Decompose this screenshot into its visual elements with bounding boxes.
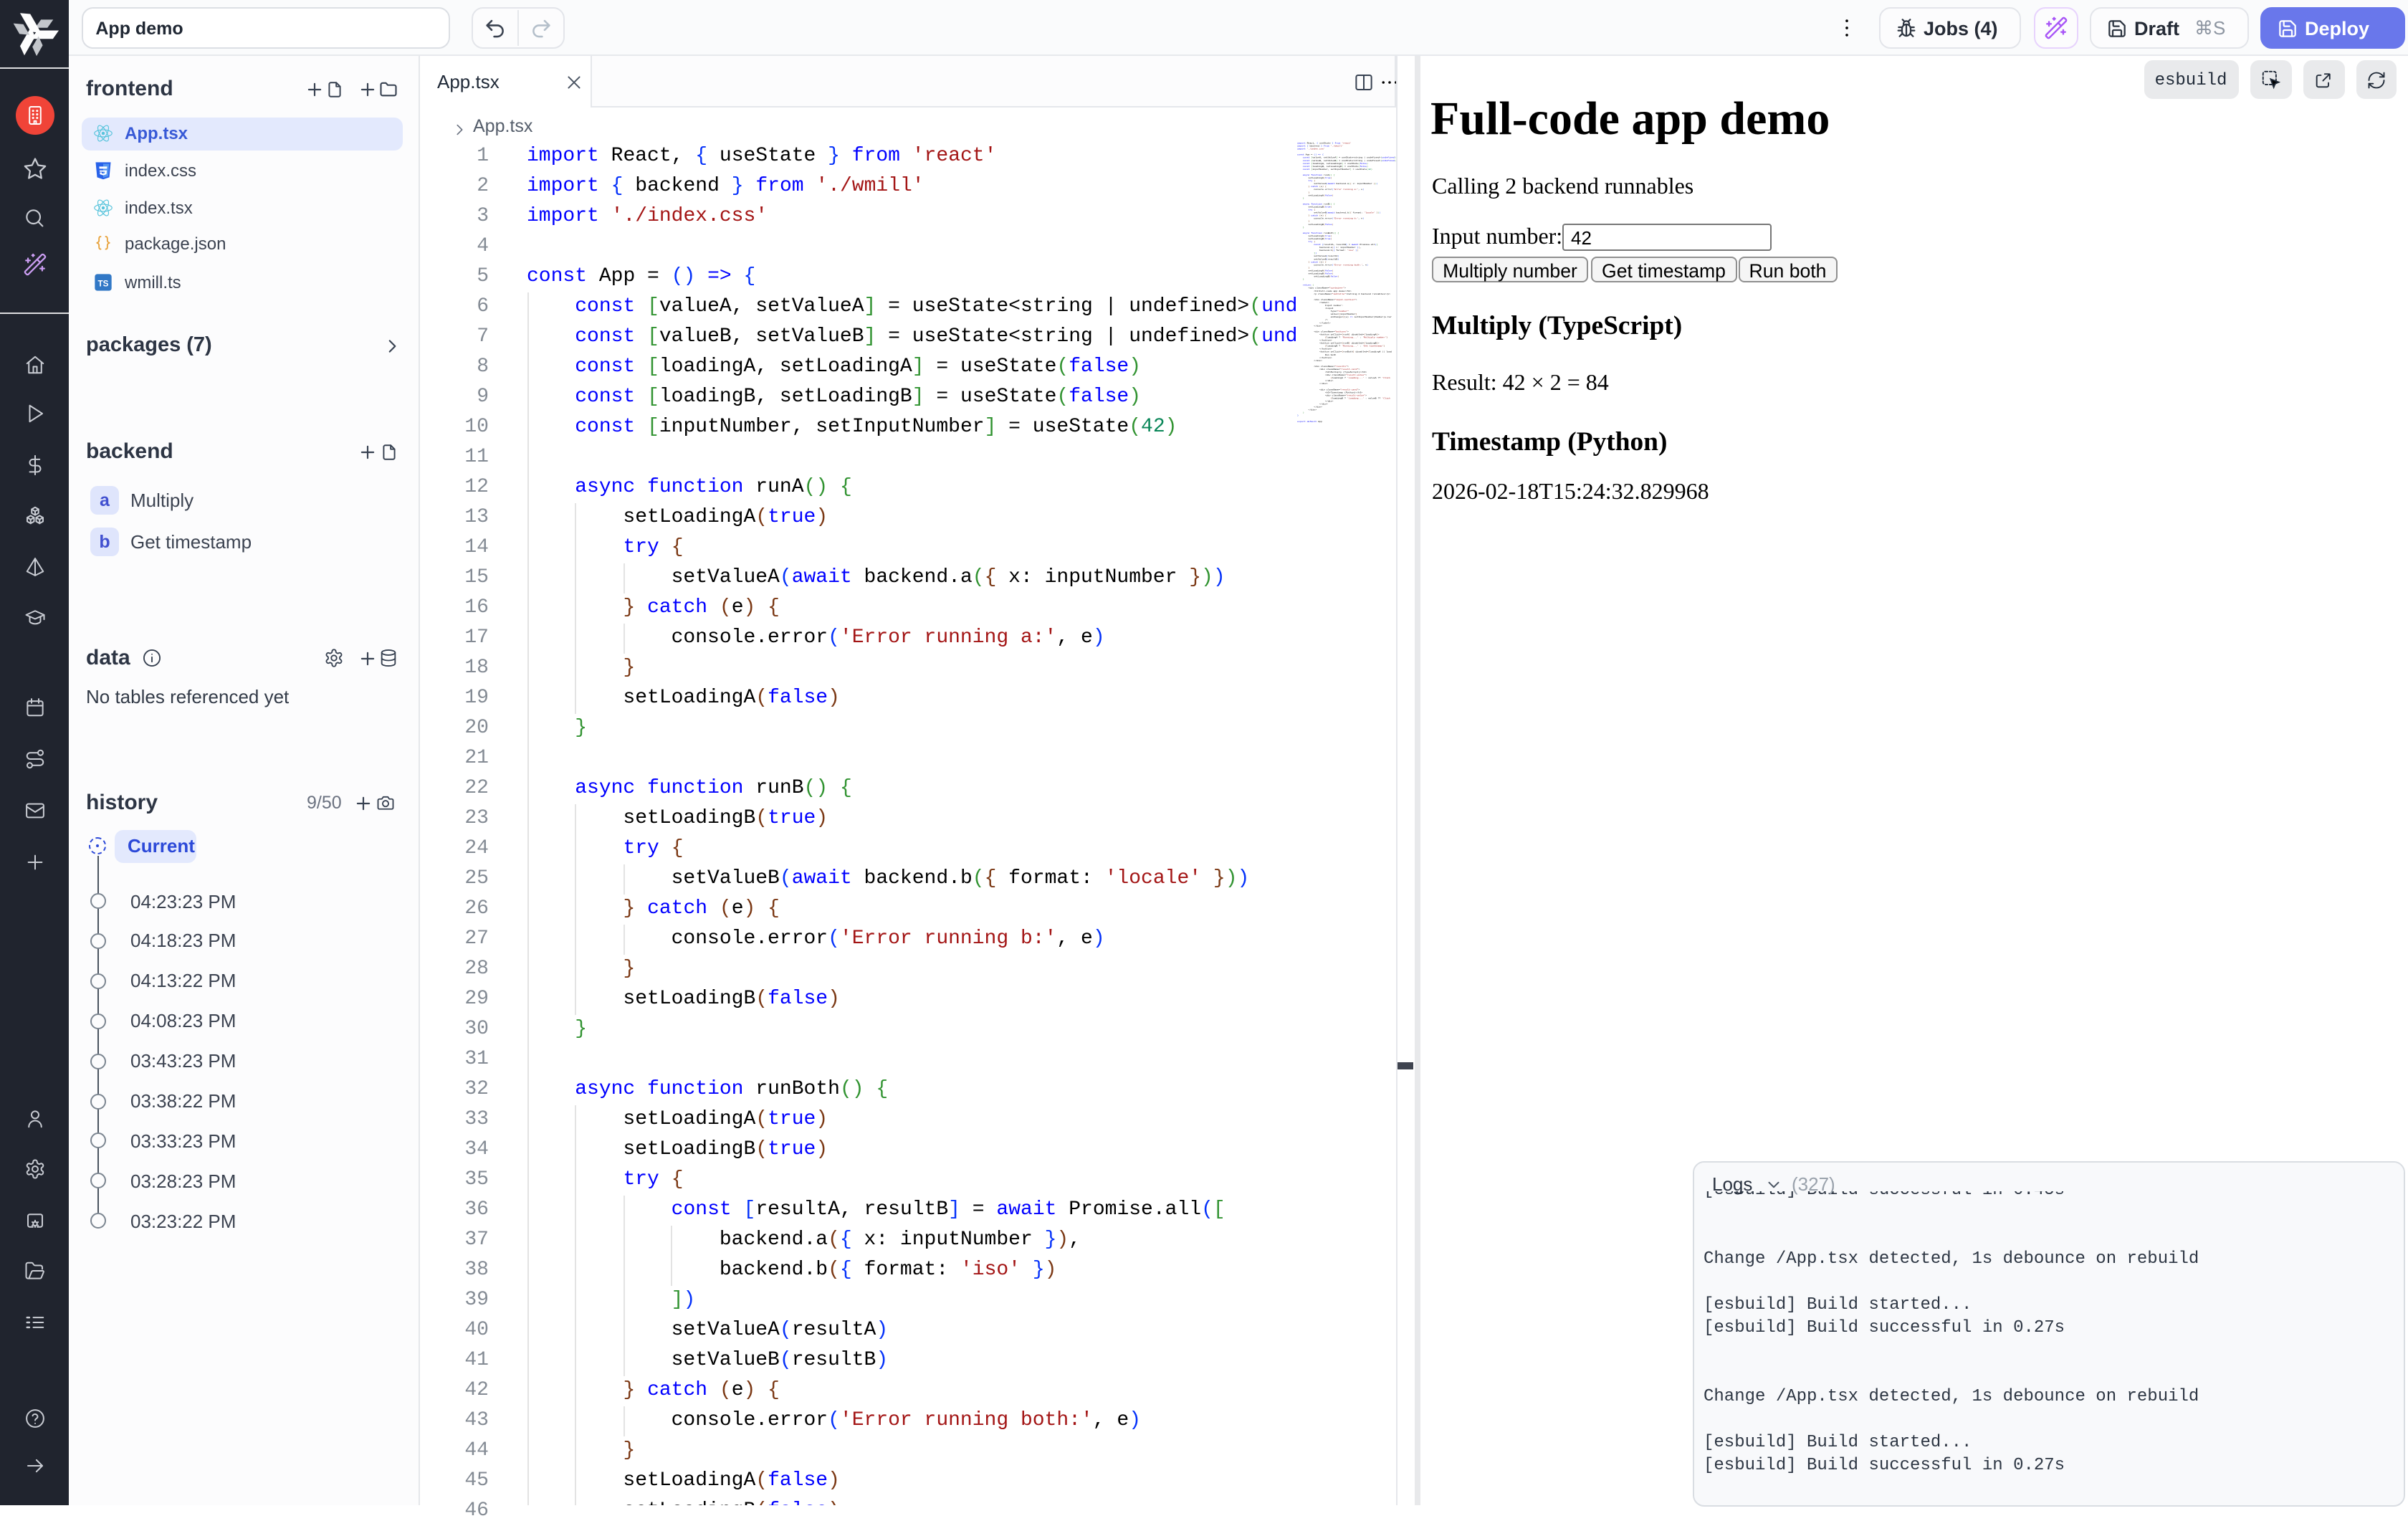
svg-text:TS: TS [98, 278, 109, 287]
